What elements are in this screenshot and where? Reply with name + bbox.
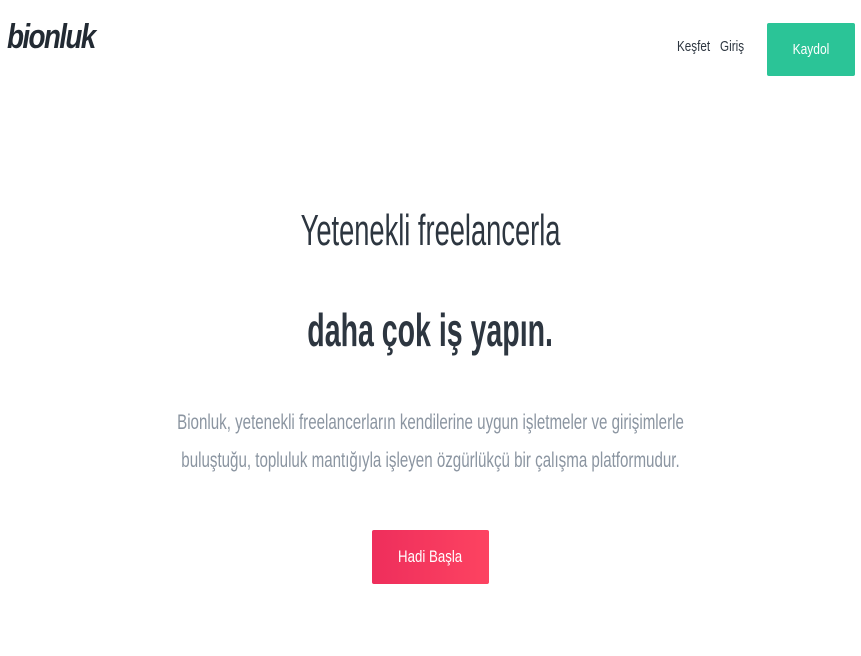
hero-description-line1: Bionluk, yetenekli freelancerların kendi…	[177, 411, 684, 434]
hero-headline-line1-text: Yetenekli freelancerla	[300, 206, 561, 255]
signup-button-label: Kaydol	[792, 41, 830, 58]
site-header: bionluk Keşfet Giriş Kaydol	[0, 0, 861, 96]
hero-headline-line1: Yetenekli freelancerla	[0, 196, 861, 266]
hero-description-line2: buluştuğu, topluluk mantığıyla işleyen ö…	[181, 449, 680, 472]
nav-explore-link[interactable]: Keşfet	[677, 38, 710, 55]
get-started-button-label: Hadi Başla	[398, 547, 463, 566]
get-started-button[interactable]: Hadi Başla	[372, 530, 489, 584]
hero-description: Bionluk, yetenekli freelancerların kendi…	[0, 404, 861, 480]
signup-button[interactable]: Kaydol	[767, 23, 855, 76]
hero-headline-line2: daha çok iş yapın.	[0, 290, 861, 370]
nav-login-link[interactable]: Giriş	[720, 38, 744, 55]
hero-headline-line2-text: daha çok iş yapın.	[307, 304, 554, 356]
bionluk-logo[interactable]: bionluk	[7, 18, 96, 57]
